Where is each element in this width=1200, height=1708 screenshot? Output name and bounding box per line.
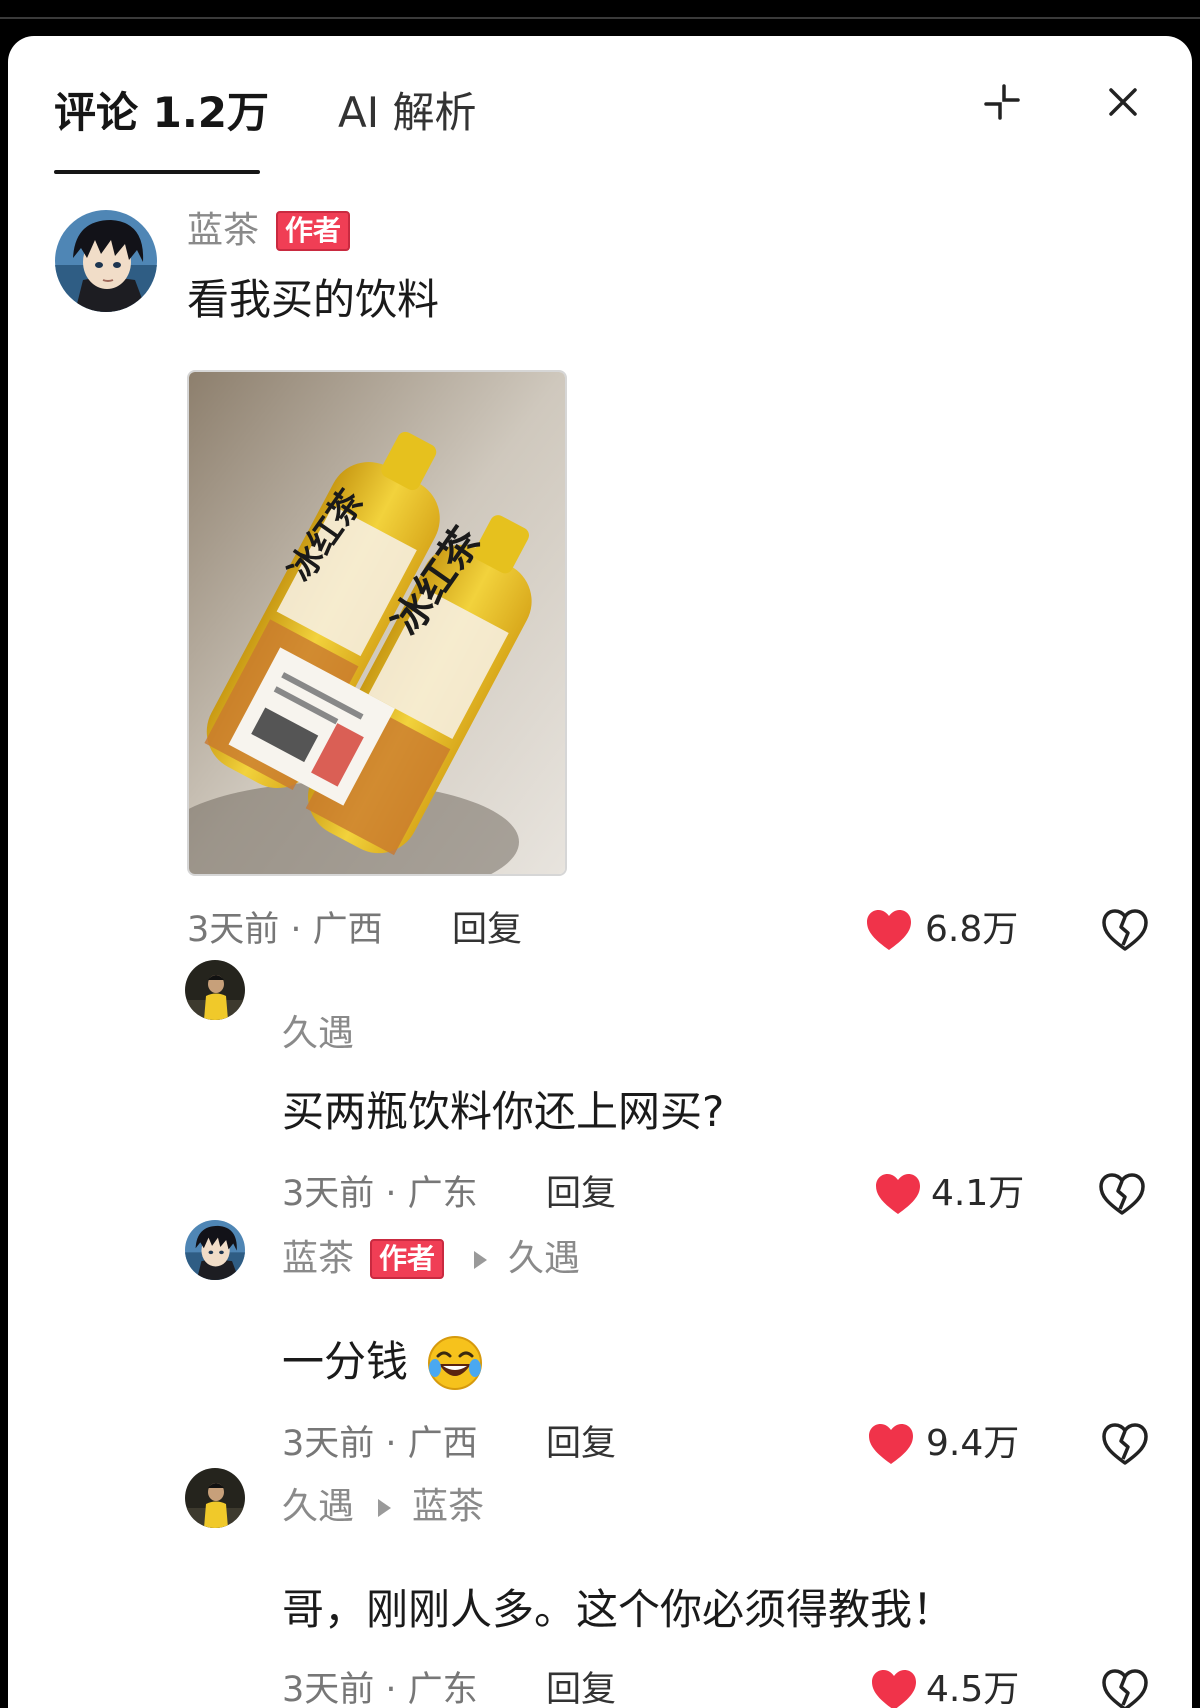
avatar-person-image — [185, 1468, 245, 1528]
active-tab-indicator — [54, 170, 260, 174]
reply-to-name[interactable]: 久遇 — [508, 1236, 580, 1282]
collapse-button[interactable] — [974, 74, 1030, 130]
comment-meta: 3天前 · 广东 — [282, 1174, 478, 1214]
reply-button[interactable]: 回复 — [546, 1172, 616, 1216]
comment-meta: 3天前 · 广西 — [282, 1424, 478, 1464]
reply-arrow-icon — [474, 1251, 487, 1269]
heart-icon[interactable] — [865, 908, 913, 952]
avatar[interactable] — [185, 960, 245, 1020]
iced-tea-bottles-image: 冰红茶 冰红茶 — [189, 372, 565, 874]
broken-heart-icon[interactable] — [1101, 1422, 1149, 1466]
comment-author-name[interactable]: 久遇 — [282, 1011, 354, 1057]
avatar-person-image — [185, 960, 245, 1020]
heart-icon[interactable] — [867, 1422, 915, 1466]
like-count: 4.1万 — [931, 1173, 1025, 1214]
close-icon — [1109, 88, 1137, 116]
reply-arrow-icon — [378, 1499, 391, 1517]
author-badge: 作者 — [370, 1239, 445, 1279]
comment-meta: 3天前 · 广西 — [187, 910, 383, 950]
comment-text: 看我买的饮料 — [187, 275, 440, 324]
author-badge: 作者 — [276, 211, 351, 251]
reply-to-name[interactable]: 蓝茶 — [412, 1484, 484, 1530]
comment-author-name[interactable]: 蓝茶 — [187, 208, 259, 254]
avatar-anime-boy-image — [185, 1220, 245, 1280]
collapse-icon — [984, 84, 1020, 120]
avatar[interactable] — [185, 1468, 245, 1528]
close-button[interactable] — [1095, 74, 1151, 130]
reply-button[interactable]: 回复 — [546, 1422, 616, 1466]
broken-heart-icon[interactable] — [1101, 1668, 1149, 1708]
like-count: 6.8万 — [925, 909, 1019, 950]
comment-text: 哥，刚刚人多。这个你必须得教我！ — [282, 1585, 955, 1634]
comment-text: 一分钱 — [282, 1337, 409, 1386]
avatar[interactable] — [55, 210, 157, 312]
tab-ai-analysis[interactable]: AI 解析 — [338, 84, 476, 142]
heart-icon[interactable] — [874, 1172, 922, 1216]
comments-panel: 评论 1.2万 AI 解析 蓝茶 作者 看我买的饮料 冰红茶 冰红茶 3天前 ·… — [8, 36, 1192, 1708]
broken-heart-icon[interactable] — [1101, 908, 1149, 952]
comment-author-name[interactable]: 久遇 — [282, 1484, 354, 1530]
comment-photo[interactable]: 冰红茶 冰红茶 — [187, 370, 567, 876]
comment-text: 买两瓶饮料你还上网买? — [282, 1087, 725, 1136]
avatar-anime-boy-image — [55, 210, 157, 312]
reply-button[interactable]: 回复 — [452, 908, 522, 952]
avatar[interactable] — [185, 1220, 245, 1280]
heart-icon[interactable] — [870, 1668, 918, 1708]
comment-author-name[interactable]: 蓝茶 — [282, 1236, 354, 1282]
like-count: 4.5万 — [926, 1669, 1020, 1708]
reply-button[interactable]: 回复 — [546, 1668, 616, 1708]
window-top-edge — [0, 17, 1200, 19]
comment-meta: 3天前 · 广东 — [282, 1670, 478, 1708]
tab-comments[interactable]: 评论 1.2万 — [54, 84, 269, 142]
laughing-emoji-icon — [428, 1336, 482, 1390]
broken-heart-icon[interactable] — [1098, 1172, 1146, 1216]
like-count: 9.4万 — [926, 1423, 1020, 1464]
